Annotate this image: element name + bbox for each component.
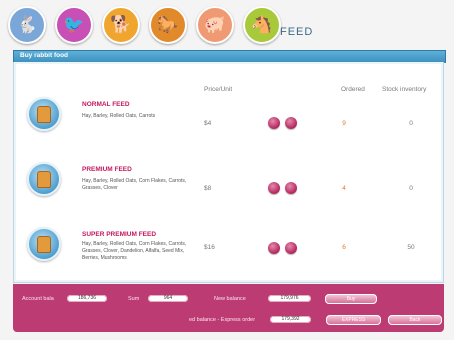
feed-price: $4 [204, 120, 212, 127]
increase-button[interactable] [285, 117, 297, 129]
dog-icon: 🐕 [110, 15, 132, 34]
animal-tabs: 🐇 🐦 🐕 🐎 🐖 🐴 [8, 4, 448, 44]
feed-name: SUPER PREMIUM FEED [82, 231, 157, 238]
stock-count: 0 [409, 185, 413, 192]
tab-pony[interactable]: 🐴 [243, 6, 281, 44]
stock-count: 50 [407, 244, 415, 251]
tab-dog[interactable]: 🐕 [102, 6, 140, 44]
sum-value: 964 [148, 295, 188, 302]
feed-row: PREMIUM FEED Hay, Barley, Rolled Oats, C… [13, 160, 442, 222]
buy-button[interactable]: Buy [325, 294, 377, 304]
ordered-count: 4 [342, 185, 346, 192]
col-price: Price/Unit [204, 86, 233, 93]
feed-bag-icon [27, 162, 61, 196]
feed-price: $16 [204, 244, 215, 251]
increase-button[interactable] [285, 242, 297, 254]
decrease-button[interactable] [268, 242, 280, 254]
horse-icon: 🐎 [157, 15, 179, 34]
col-ordered: Ordered [341, 86, 365, 93]
feed-description: Hay, Barley, Rolled Oats, Corn Flakes, C… [82, 241, 187, 261]
feed-name: NORMAL FEED [82, 101, 130, 108]
tab-pig[interactable]: 🐖 [196, 6, 234, 44]
pig-icon: 🐖 [204, 15, 226, 34]
feed-row: SUPER PREMIUM FEED Hay, Barley, Rolled O… [13, 225, 442, 287]
tab-rabbit[interactable]: 🐇 [8, 6, 46, 44]
feed-bag-icon [27, 227, 61, 261]
sum-label: Sum [128, 296, 140, 302]
pony-icon: 🐴 [251, 15, 273, 34]
increase-button[interactable] [285, 182, 297, 194]
feed-price: $8 [204, 185, 212, 192]
tab-horse[interactable]: 🐎 [149, 6, 187, 44]
decrease-button[interactable] [268, 182, 280, 194]
tab-bird[interactable]: 🐦 [55, 6, 93, 44]
section-title: Buy rabbit food [20, 52, 69, 59]
new-balance-value: 179,976 [268, 295, 311, 302]
new-balance-label: New balance [214, 296, 246, 302]
expected-balance-label: ed balance - Express order [189, 317, 256, 323]
back-button[interactable]: Back [388, 315, 442, 325]
stock-count: 0 [409, 120, 413, 127]
ordered-count: 6 [342, 244, 346, 251]
account-balance-value: 186,736 [67, 295, 107, 302]
feed-bag-icon [27, 97, 61, 131]
feed-row: NORMAL FEED Hay, Barley, Rolled Oats, Ca… [13, 95, 442, 157]
col-stock: Stock inventory [382, 86, 427, 93]
express-button[interactable]: EXPRESS [326, 315, 381, 325]
order-footer: Account bala 186,736 Sum 964 New balance… [13, 284, 444, 332]
ordered-count: 9 [342, 120, 346, 127]
decrease-button[interactable] [268, 117, 280, 129]
page-title: FEED [280, 26, 314, 38]
feed-name: PREMIUM FEED [82, 166, 132, 173]
feed-description: Hay, Barley, Rolled Oats, Carrots [82, 113, 156, 119]
bird-icon: 🐦 [63, 15, 85, 34]
feed-description: Hay, Barley, Rolled Oats, Corn Flakes, C… [82, 178, 187, 191]
rabbit-icon: 🐇 [16, 15, 38, 34]
expected-balance-value: 179,392 [270, 316, 311, 323]
account-balance-label: Account bala [22, 296, 54, 302]
